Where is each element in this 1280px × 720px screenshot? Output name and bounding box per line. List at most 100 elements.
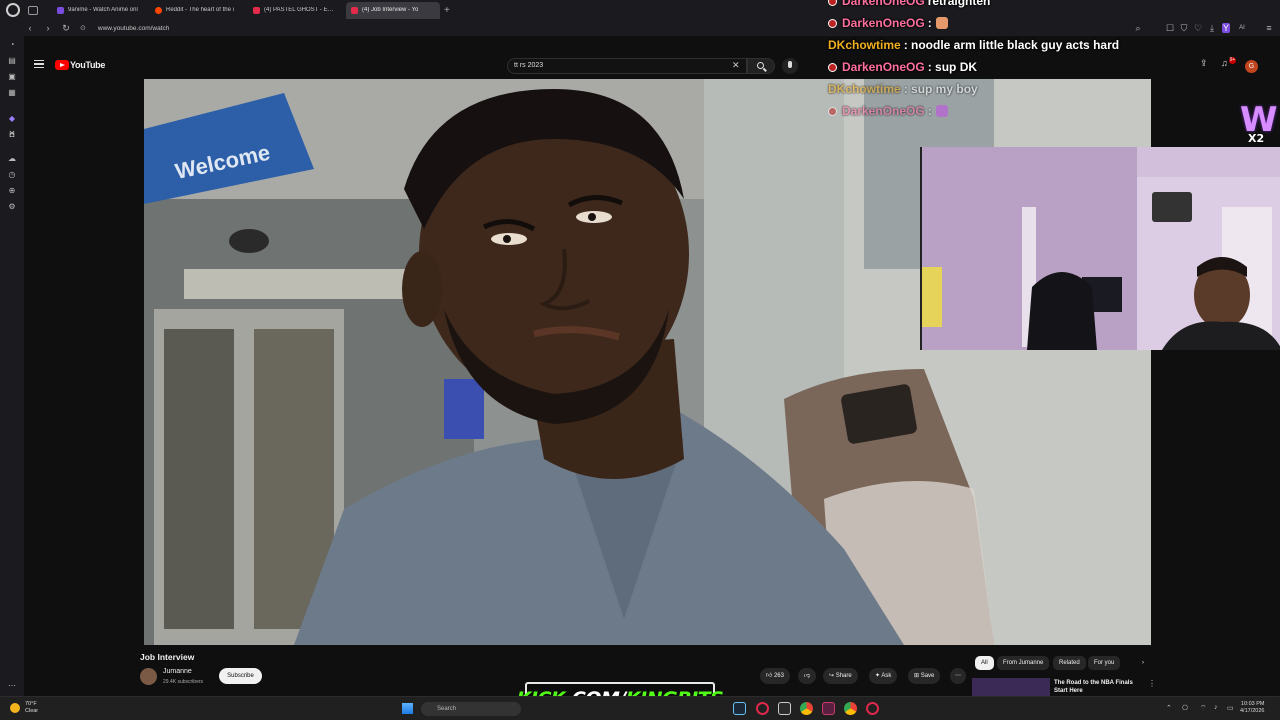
steam-icon[interactable] <box>733 702 746 715</box>
chat-message: DarkenOneOG : sup DK <box>828 56 1158 78</box>
chip-all[interactable]: All <box>975 656 994 670</box>
tray-chevron-icon[interactable]: ⌃ <box>1166 704 1172 712</box>
emote-icon <box>935 17 948 29</box>
site-info-icon[interactable]: ⊙ <box>80 24 86 32</box>
chips-next-icon[interactable]: › <box>1136 656 1150 670</box>
chip-from-channel[interactable]: From Jumanne <box>997 656 1050 670</box>
weather-widget[interactable]: 70°F Clear <box>25 701 38 715</box>
streamer-webcam <box>920 147 1280 350</box>
channel-name[interactable]: Jumanne <box>163 668 192 675</box>
cloud-icon[interactable]: ☁ <box>7 154 17 164</box>
clock-time: 10:03 PM <box>1240 701 1265 707</box>
tab-title: (4) Job Interview - Yo <box>362 7 419 13</box>
tab-pastel-ghost[interactable]: (4) PASTEL GHOST - EMPI <box>248 2 342 19</box>
opera-gx-icon[interactable] <box>756 702 769 715</box>
weather-condition: Clear <box>25 708 39 714</box>
reload-icon[interactable]: ↻ <box>62 23 70 34</box>
volume-icon[interactable]: ♪ <box>1214 704 1218 711</box>
more-actions-button[interactable]: ⋯ <box>950 668 966 684</box>
extension-icon[interactable]: Y <box>1222 23 1230 33</box>
wallet-icon[interactable]: ▣ <box>7 72 17 82</box>
like-button[interactable]: 👍︎ 263 <box>760 668 790 684</box>
chat-username: DarkenOneOG <box>842 104 925 118</box>
chat-text: : sup my boy <box>903 82 978 96</box>
chat-text: : <box>927 16 932 30</box>
chip-related[interactable]: Related <box>1053 656 1086 670</box>
bookmark-icon[interactable]: ☐ <box>1166 23 1174 34</box>
back-icon[interactable]: ‹ <box>26 23 34 33</box>
ai-icon[interactable]: AI <box>1238 25 1246 31</box>
channel-avatar[interactable] <box>140 668 157 685</box>
account-avatar[interactable]: G <box>1245 60 1258 73</box>
notifications-bell-icon[interactable]: ♫ <box>1221 58 1228 68</box>
weather-moon-icon[interactable] <box>10 703 20 713</box>
download-sidebar-icon[interactable]: ⊕ <box>7 186 17 196</box>
chrome-icon[interactable] <box>800 702 813 715</box>
save-button[interactable]: ⊞ Save <box>908 668 941 684</box>
tab-favicon-icon <box>57 6 64 14</box>
network-icon[interactable]: ⌔ <box>1200 704 1207 713</box>
chat-message: DarkenOneOG : <box>828 100 1158 122</box>
chat-text: : sup DK <box>927 60 978 74</box>
hamburger-menu-icon[interactable] <box>34 60 44 68</box>
search-button[interactable] <box>747 58 775 74</box>
chat-badge-icon <box>828 18 837 28</box>
tab-9anime[interactable]: 9anime - Watch Anime onl <box>52 2 146 19</box>
recommended-title[interactable]: The Road to the NBA Finals Start Here <box>1054 679 1144 695</box>
chat-text: : <box>927 104 932 118</box>
x-icon[interactable]: ✕ <box>7 129 17 139</box>
subscribe-button[interactable]: Subscribe <box>219 668 262 684</box>
taskbar-search[interactable]: Search <box>421 702 521 716</box>
history-icon[interactable]: ◷ <box>7 170 17 180</box>
ask-label: Ask <box>881 673 892 679</box>
upload-icon[interactable]: ⇪ <box>1200 58 1208 69</box>
search-icon <box>757 62 764 69</box>
reddit-favicon-icon <box>155 6 162 14</box>
opera-icon[interactable] <box>866 702 879 715</box>
voice-search-icon[interactable] <box>782 58 798 74</box>
dislike-button[interactable]: 👎︎ <box>798 668 817 684</box>
chip-for-you[interactable]: For you <box>1088 656 1121 670</box>
tab-job-interview[interactable]: (4) Job Interview - Yo <box>346 1 440 19</box>
epic-games-icon[interactable] <box>778 702 791 715</box>
chat-message: DKchowtime : sup my boy <box>828 78 1158 100</box>
clock-date: 4/17/2026 <box>1240 708 1265 714</box>
shield-icon[interactable]: ⛉ <box>1180 23 1188 34</box>
menu-icon[interactable]: ≡ <box>1265 23 1273 33</box>
home-icon[interactable]: ◔ <box>7 40 17 50</box>
youtube-logo-icon[interactable] <box>55 60 69 70</box>
briefcase-icon[interactable]: ▤ <box>7 56 17 66</box>
news-icon[interactable]: ▦ <box>7 88 17 98</box>
emote-icon <box>935 105 948 117</box>
youtube-favicon-icon <box>351 6 358 14</box>
ask-button[interactable]: ✦ Ask <box>869 668 898 684</box>
heart-icon[interactable]: ♡ <box>1194 23 1202 34</box>
system-clock[interactable]: 10:03 PM 4/17/2026 <box>1240 701 1264 715</box>
tab-reddit[interactable]: Reddit - The heart of the i <box>150 2 244 19</box>
youtube-wordmark[interactable]: YouTube <box>70 60 105 70</box>
tab-title: Reddit - The heart of the i <box>166 7 234 13</box>
notification-count-badge: 9+ <box>1229 57 1236 64</box>
messenger-icon[interactable]: ◆ <box>7 114 17 124</box>
chat-username: DarkenOneOG <box>842 16 925 30</box>
share-label: Share <box>835 673 852 679</box>
settings-icon[interactable]: ⚙ <box>7 202 17 212</box>
terminal-icon[interactable] <box>822 702 835 715</box>
more-icon[interactable]: ⋯ <box>7 681 17 691</box>
clear-search-icon[interactable]: ✕ <box>732 60 740 71</box>
battery-icon[interactable]: ▭ <box>1227 704 1234 712</box>
opera-sidebar: ◔ ▤ ▣ ▦ ◆ ◘ ✕ ☁ ◷ ⊕ ⚙ ⋯ <box>0 36 24 696</box>
share-button[interactable]: ↪ Share <box>823 668 858 684</box>
mic-tray-icon[interactable]: ⎔ <box>1182 704 1188 712</box>
new-tab-plus-icon[interactable]: + <box>444 5 450 16</box>
search-input[interactable]: tt rs 2023 <box>507 58 747 74</box>
opera-logo-icon[interactable] <box>6 3 20 17</box>
windows-start-icon[interactable] <box>402 703 413 714</box>
download-icon[interactable]: ⤓ <box>1208 23 1216 34</box>
tab-overview-icon[interactable] <box>28 5 38 15</box>
recommended-menu-icon[interactable]: ⋮ <box>1148 679 1156 688</box>
forward-icon[interactable]: › <box>44 23 52 33</box>
chat-badge-icon <box>828 106 837 116</box>
chrome-alt-icon[interactable] <box>844 702 857 715</box>
url-field[interactable]: www.youtube.com/watch <box>98 25 170 32</box>
